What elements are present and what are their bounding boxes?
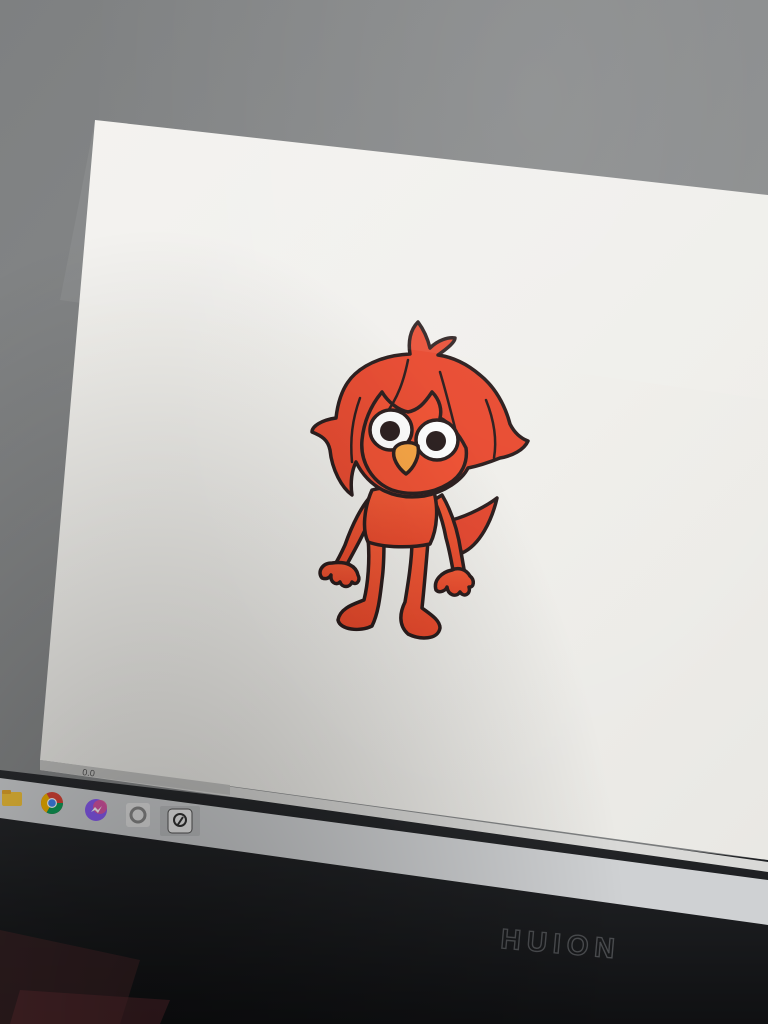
- zoom-readout: 0.0: [82, 767, 96, 778]
- scene: 0.0 HUION: [0, 0, 768, 1024]
- app-circle-icon[interactable]: [126, 803, 150, 827]
- file-explorer-icon[interactable]: [2, 790, 22, 806]
- chrome-icon[interactable]: [41, 792, 63, 814]
- messenger-icon[interactable]: [85, 799, 107, 821]
- clip-studio-icon[interactable]: [160, 806, 200, 836]
- character-right-eye: [414, 418, 460, 462]
